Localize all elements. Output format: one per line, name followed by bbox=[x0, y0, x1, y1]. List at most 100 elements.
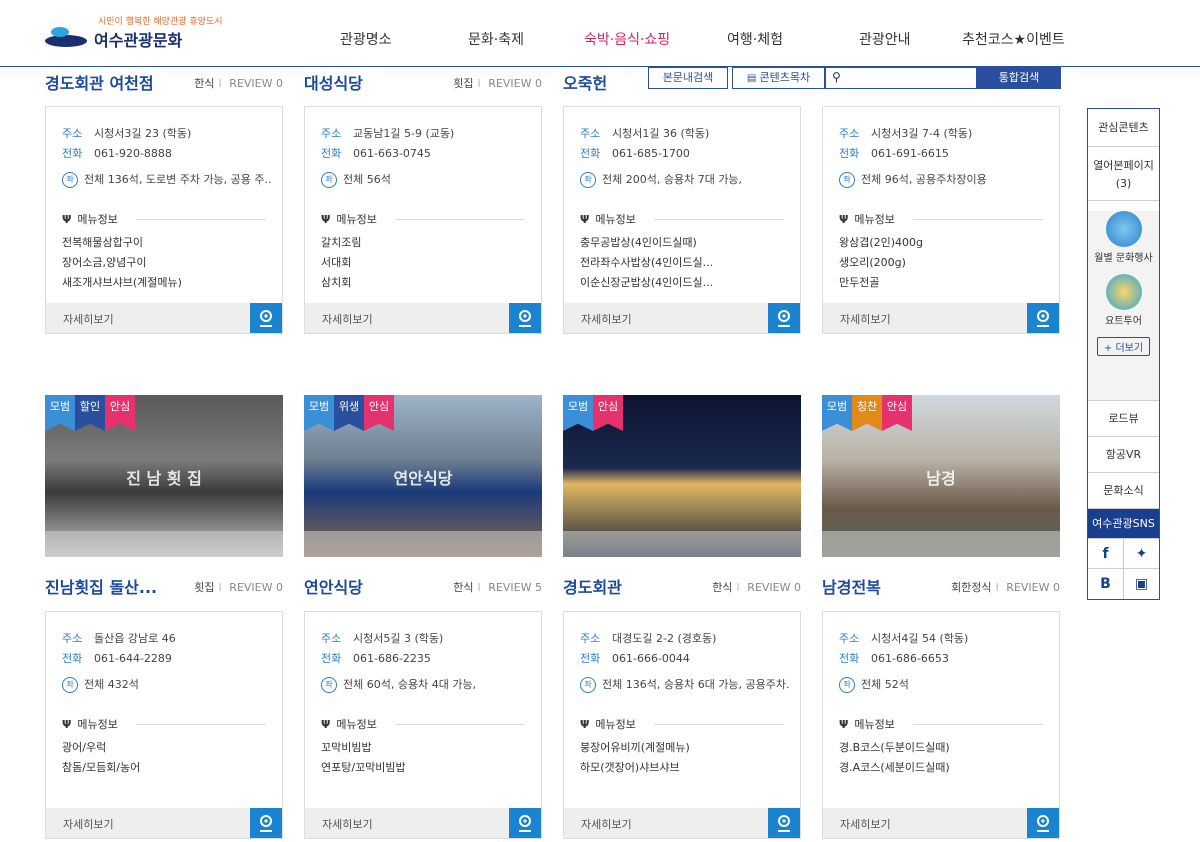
menu-info-label: 메뉴정보 bbox=[77, 718, 118, 731]
seat-icon: 좌 bbox=[839, 172, 855, 188]
nav-item-guide[interactable]: 관광안내 bbox=[859, 29, 911, 49]
detail-link[interactable]: 자세히보기 bbox=[840, 816, 891, 832]
restaurant-name[interactable]: 대성식당 bbox=[304, 70, 363, 94]
seats-row: 좌 전체 56석 bbox=[321, 171, 531, 188]
twitter-icon[interactable]: ✦ bbox=[1124, 539, 1159, 568]
menu-info-title: Ψ 메뉴정보 bbox=[321, 211, 377, 227]
card-footer: 자세히보기 bbox=[46, 303, 282, 333]
search-submit-button[interactable]: 통합검색 bbox=[977, 67, 1061, 89]
restaurant-name[interactable]: 진남횟집 돌산... bbox=[45, 574, 157, 598]
menu-list: 꼬막비빔밥 연포탕/꼬막비빔밥 bbox=[321, 738, 521, 778]
quick-aerial-vr[interactable]: 항공VR bbox=[1088, 437, 1159, 473]
detail-link[interactable]: 자세히보기 bbox=[581, 816, 632, 832]
quick-culture-news[interactable]: 문화소식 bbox=[1088, 473, 1159, 509]
map-button[interactable] bbox=[250, 808, 282, 838]
event-icon-monthly[interactable] bbox=[1105, 211, 1142, 247]
nav-item-courses[interactable]: 추천코스★이벤트 bbox=[962, 29, 1065, 49]
restaurant-photo[interactable]: 모범 위생 안심 연안식당 bbox=[304, 395, 542, 557]
blog-icon[interactable]: B bbox=[1088, 569, 1124, 599]
restaurant-photo[interactable]: 모범 안심 bbox=[563, 395, 801, 557]
map-button[interactable] bbox=[1027, 808, 1059, 838]
detail-link[interactable]: 자세히보기 bbox=[322, 816, 373, 832]
sns-row-2: B ▣ bbox=[1088, 569, 1159, 599]
map-button[interactable] bbox=[509, 303, 541, 333]
restaurant-photo[interactable]: 모범 할인 안심 진 남 횟 집 bbox=[45, 395, 283, 557]
address-row: 주소 시청서1길 36 (학동) bbox=[580, 125, 709, 141]
restaurant-info-box: 주소 시청서3길 23 (학동) 전화 061-920-8888 좌 전체 136석,… bbox=[45, 106, 283, 334]
restaurant-info-box: 주소 돌산읍 강남로 46 전화 061-644-2289 좌 전체 432석 Ψ 메뉴… bbox=[45, 611, 283, 839]
menu-info-label: 메뉴정보 bbox=[77, 213, 118, 226]
map-pin-icon bbox=[778, 815, 790, 832]
detail-link[interactable]: 자세히보기 bbox=[63, 816, 114, 832]
restaurant-photo[interactable]: 모범 칭찬 안심 남경 bbox=[822, 395, 1060, 557]
menu-item: 생오리(200g) bbox=[839, 256, 906, 269]
seats-value: 전체 60석, 승용차 4대 가능, bbox=[343, 678, 477, 691]
seats-value: 전체 96석, 공용주차장이용 bbox=[861, 173, 987, 186]
menu-item: 경.B코스(두분이드실때) bbox=[839, 741, 950, 754]
restaurant-name[interactable]: 오죽헌 bbox=[563, 70, 607, 94]
card-meta: 한식 I REVIEW 0 bbox=[194, 77, 283, 90]
event-label-yacht[interactable]: 요트투어 bbox=[1088, 312, 1159, 327]
text-search-button[interactable]: 본문내검색 bbox=[648, 67, 728, 89]
card-footer: 자세히보기 bbox=[823, 303, 1059, 333]
card-meta: 한식 I REVIEW 0 bbox=[712, 581, 801, 594]
menu-info-title: Ψ 메뉴정보 bbox=[580, 211, 636, 227]
search-input[interactable]: ⚲ bbox=[825, 67, 977, 89]
review-label: REVIEW bbox=[1006, 581, 1050, 594]
seats-row: 좌 전체 52석 bbox=[839, 676, 1049, 693]
map-button[interactable] bbox=[509, 808, 541, 838]
review-label: REVIEW bbox=[229, 77, 273, 90]
more-events-button[interactable]: + 더보기 bbox=[1096, 337, 1151, 356]
quick-favorites[interactable]: 관심콘텐츠 bbox=[1088, 109, 1159, 147]
review-count: 0 bbox=[276, 581, 283, 594]
detail-link[interactable]: 자세히보기 bbox=[840, 311, 891, 327]
address-label: 주소 bbox=[321, 127, 342, 140]
facebook-icon[interactable]: f bbox=[1088, 539, 1124, 568]
nav-item-food[interactable]: 숙박·음식·쇼핑 bbox=[584, 29, 670, 49]
restaurant-name[interactable]: 경도회관 여천점 bbox=[45, 70, 154, 94]
map-pin-icon bbox=[1037, 815, 1049, 832]
map-button[interactable] bbox=[768, 303, 800, 333]
card-footer: 자세히보기 bbox=[823, 808, 1059, 838]
seats-value: 전체 56석 bbox=[343, 173, 391, 186]
event-icon-yacht[interactable] bbox=[1105, 274, 1142, 310]
nav-item-attractions[interactable]: 관광명소 bbox=[340, 29, 392, 49]
street-ground bbox=[563, 531, 801, 557]
seat-icon: 좌 bbox=[839, 677, 855, 693]
address-label: 주소 bbox=[62, 127, 83, 140]
detail-link[interactable]: 자세히보기 bbox=[581, 311, 632, 327]
badge-1: 칭찬 bbox=[852, 395, 882, 431]
seats-value: 전체 136석, 승용차 6대 가능, 공용주차... bbox=[602, 678, 790, 691]
fork-knife-icon: Ψ bbox=[321, 718, 331, 731]
detail-link[interactable]: 자세히보기 bbox=[322, 311, 373, 327]
detail-link[interactable]: 자세히보기 bbox=[63, 311, 114, 327]
site-logo[interactable]: 시민이 행복한 해양관광 휴양도시 여수관광문화 bbox=[44, 14, 223, 54]
nav-item-travel[interactable]: 여행·체험 bbox=[727, 29, 783, 49]
restaurant-name[interactable]: 경도회관 bbox=[563, 574, 622, 598]
address-value: 시청서4길 54 (학동) bbox=[871, 632, 969, 645]
card-header: 대성식당 횟집 I REVIEW 0 bbox=[304, 70, 542, 94]
phone-label: 전화 bbox=[839, 147, 860, 160]
phone-row: 전화 061-644-2289 bbox=[62, 650, 172, 666]
street-ground bbox=[45, 531, 283, 557]
map-button[interactable] bbox=[768, 808, 800, 838]
nav-item-culture[interactable]: 문화·축제 bbox=[468, 29, 524, 49]
restaurant-name[interactable]: 연안식당 bbox=[304, 574, 363, 598]
map-button[interactable] bbox=[250, 303, 282, 333]
quick-opened-pages[interactable]: 열어본페이지 (3) bbox=[1088, 147, 1159, 201]
restaurant-info-box: 주소 대경도길 2-2 (경호동) 전화 061-666-0044 좌 전체 136석… bbox=[563, 611, 801, 839]
address-row: 주소 시청서3길 23 (학동) bbox=[62, 125, 191, 141]
kakao-story-icon[interactable]: ▣ bbox=[1124, 569, 1159, 599]
phone-row: 전화 061-686-2235 bbox=[321, 650, 431, 666]
seat-icon: 좌 bbox=[580, 677, 596, 693]
map-button[interactable] bbox=[1027, 303, 1059, 333]
restaurant-info-box: 주소 교동남1길 5-9 (교동) 전화 061-663-0745 좌 전체 56석 … bbox=[304, 106, 542, 334]
event-label-monthly[interactable]: 월별 문화행사 bbox=[1088, 249, 1159, 264]
menu-item: 경.A코스(세분이드실때) bbox=[839, 761, 950, 774]
contents-list-button[interactable]: ▤ 콘텐츠목차 bbox=[732, 67, 825, 89]
badge-list: 모범 할인 안심 bbox=[45, 395, 135, 431]
menu-info-title: Ψ 메뉴정보 bbox=[580, 716, 636, 732]
restaurant-name[interactable]: 남경전복 bbox=[822, 574, 881, 598]
quick-roadview[interactable]: 로드뷰 bbox=[1088, 401, 1159, 437]
fork-knife-icon: Ψ bbox=[321, 213, 331, 226]
